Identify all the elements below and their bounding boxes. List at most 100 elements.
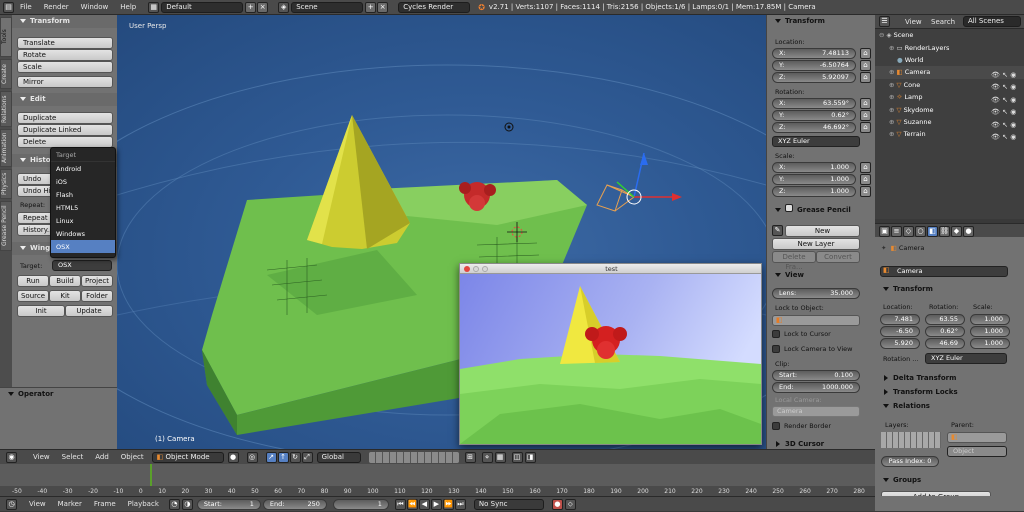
duplicate-button[interactable]: Duplicate	[17, 112, 113, 124]
timeline-editor-icon[interactable]: ◷	[6, 498, 17, 510]
scene-select[interactable]: Scene	[291, 1, 364, 13]
opengl-anim-icon[interactable]: ◨	[524, 451, 536, 463]
start-frame-field[interactable]: Start: 1	[196, 498, 261, 510]
lock-icon[interactable]: ⌂	[860, 72, 871, 83]
object-tab-icon[interactable]: ◧	[927, 226, 938, 237]
duplicate-linked-button[interactable]: Duplicate Linked	[17, 124, 113, 136]
end-frame-field[interactable]: End: 250	[262, 498, 327, 510]
scene-icon[interactable]: ◈	[278, 1, 290, 13]
lock-camera-icon[interactable]: ⊞	[464, 451, 476, 463]
new-grease-button[interactable]: New	[785, 225, 860, 237]
lock-icon[interactable]: ⌂	[860, 98, 871, 109]
manipulator-icon[interactable]: ↗	[265, 451, 277, 463]
layout-select[interactable]: Default	[161, 1, 244, 13]
time-lock-icon[interactable]: ◑	[181, 498, 193, 510]
rotation-mode-select[interactable]: XYZ Euler	[772, 136, 860, 147]
tab-grease-pencil[interactable]: Grease Pencil	[0, 201, 12, 251]
outliner-item-renderlayers[interactable]: ⊕ ▭ RenderLayers	[875, 41, 1024, 53]
dropdown-option-android[interactable]: Android	[51, 162, 115, 175]
outliner-menu-view[interactable]: View	[905, 18, 922, 26]
timeline-menu-frame[interactable]: Frame	[88, 497, 122, 512]
project-button[interactable]: Project	[81, 275, 113, 287]
layout-add-icon[interactable]: +	[245, 1, 257, 13]
outliner-display-select[interactable]: All Scenes	[963, 16, 1021, 27]
data-tab-icon[interactable]: ◆	[951, 226, 962, 237]
world-tab-icon[interactable]: ○	[915, 226, 926, 237]
prop-scale-z[interactable]: 1.000	[970, 338, 1010, 349]
lock-icon[interactable]: ⌂	[860, 174, 871, 185]
keying-set-icon[interactable]: ⬦	[564, 498, 576, 510]
prop-loc-y[interactable]: -6.50	[880, 326, 920, 337]
dropdown-option-ios[interactable]: iOS	[51, 175, 115, 188]
outliner-item-world[interactable]: ● World	[875, 54, 1024, 66]
test-window-titlebar[interactable]: test	[460, 264, 761, 274]
record-icon[interactable]: ●	[551, 498, 563, 510]
location-z-field[interactable]: Z: 5.92097	[772, 72, 856, 83]
constraints-tab-icon[interactable]: ⛓	[939, 226, 950, 237]
lock-object-field[interactable]: ◧	[772, 315, 860, 326]
scale-z-field[interactable]: Z: 1.000	[772, 186, 856, 197]
lock-icon[interactable]: ⌂	[860, 60, 871, 71]
layer-buttons[interactable]	[368, 451, 459, 463]
lock-camera-checkbox[interactable]: Lock Camera to View	[772, 345, 852, 353]
location-y-field[interactable]: Y: -6.50764	[772, 60, 856, 71]
test-player-window[interactable]: test	[459, 263, 762, 445]
parent-field[interactable]: ◧	[947, 432, 1007, 443]
layout-close-icon[interactable]: ×	[257, 1, 269, 13]
object-name-field[interactable]: Camera	[880, 266, 1008, 277]
menu-view[interactable]: View	[27, 450, 56, 465]
scale-manipulator-icon[interactable]: ⤢	[301, 451, 313, 463]
lock-icon[interactable]: ⌂	[860, 122, 871, 133]
dropdown-option-html5[interactable]: HTML5	[51, 201, 115, 214]
clip-start-field[interactable]: Start: 0.100	[772, 370, 860, 381]
jump-start-icon[interactable]: ⏮	[394, 498, 406, 510]
timeline-menu-marker[interactable]: Marker	[52, 497, 88, 512]
folder-button[interactable]: Folder	[81, 290, 113, 302]
scale-button[interactable]: Scale	[17, 61, 113, 73]
update-button[interactable]: Update	[65, 305, 113, 317]
transform-panel-header[interactable]: Transform	[12, 15, 117, 28]
view-panel-header[interactable]: View	[767, 269, 875, 282]
editor-type-icon[interactable]: ▤	[3, 1, 14, 13]
groups-header[interactable]: Groups	[875, 474, 1024, 487]
prop-loc-z[interactable]: 5.920	[880, 338, 920, 349]
view3d-editor-icon[interactable]: ◉	[6, 451, 17, 463]
rotation-y-field[interactable]: Y: 0.62°	[772, 110, 856, 121]
timeline-menu-playback[interactable]: Playback	[122, 497, 165, 512]
scene-close-icon[interactable]: ×	[377, 1, 389, 13]
translate-button[interactable]: Translate	[17, 37, 113, 49]
prop-rot-x[interactable]: 63.55	[925, 314, 965, 325]
sync-select[interactable]: No Sync	[473, 498, 544, 510]
delta-transform-header[interactable]: Delta Transform	[875, 372, 1024, 385]
menu-file[interactable]: File	[14, 0, 38, 15]
outliner-editor-icon[interactable]: ☰	[879, 16, 890, 27]
convert-button[interactable]: Convert	[816, 251, 860, 263]
snap-icon[interactable]: ⋄	[481, 451, 493, 463]
parent-type-select[interactable]: Object	[947, 446, 1007, 457]
grease-pencil-header[interactable]: Grease Pencil	[767, 204, 875, 217]
menu-select[interactable]: Select	[56, 450, 90, 465]
render-border-checkbox[interactable]: Render Border	[772, 422, 831, 430]
edit-panel-header[interactable]: Edit	[12, 93, 117, 106]
play-reverse-icon[interactable]: ◀	[418, 498, 430, 510]
tab-tools[interactable]: Tools	[0, 17, 12, 57]
local-camera-field[interactable]: Camera	[772, 406, 860, 417]
delete-frame-button[interactable]: Delete Fra...	[772, 251, 816, 271]
dropdown-option-flash[interactable]: Flash	[51, 188, 115, 201]
run-button[interactable]: Run	[17, 275, 49, 287]
lock-icon[interactable]: ⌂	[860, 186, 871, 197]
prop-loc-x[interactable]: 7.481	[880, 314, 920, 325]
pass-index-field[interactable]: Pass Index: 0	[881, 456, 939, 467]
prop-rot-y[interactable]: 0.62°	[925, 326, 965, 337]
prop-rotation-mode-select[interactable]: XYZ Euler	[925, 353, 1007, 364]
dropdown-option-osx[interactable]: OSX	[51, 240, 115, 253]
kit-button[interactable]: Kit	[49, 290, 81, 302]
next-key-icon[interactable]: ⏩	[442, 498, 454, 510]
scene-tab-icon[interactable]: ◇	[903, 226, 914, 237]
prop-scale-y[interactable]: 1.000	[970, 326, 1010, 337]
dropdown-option-windows[interactable]: Windows	[51, 227, 115, 240]
physics-tab-icon[interactable]: ●	[963, 226, 974, 237]
mode-select[interactable]: ◧ Object Mode	[151, 451, 224, 463]
tab-relations[interactable]: Relations	[0, 91, 12, 127]
rotate-button[interactable]: Rotate	[17, 49, 113, 61]
